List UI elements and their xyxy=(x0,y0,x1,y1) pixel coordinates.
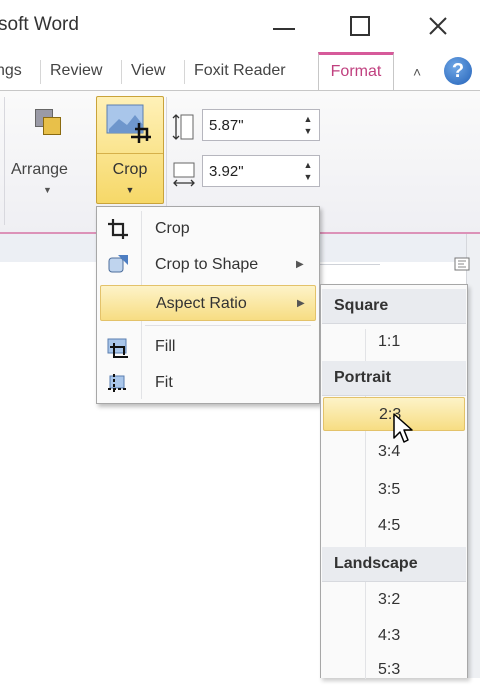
tab-format[interactable]: Format xyxy=(318,52,394,90)
width-icon xyxy=(173,162,195,187)
ratio-item-4-5[interactable]: 4:5 xyxy=(323,509,465,543)
crop-button-label: Crop xyxy=(112,161,148,178)
vertical-scrollbar[interactable] xyxy=(466,234,480,678)
spin-up-icon[interactable]: ▲ xyxy=(303,159,313,171)
ratio-label: 4:3 xyxy=(378,627,401,644)
fit-icon xyxy=(108,374,128,393)
ratio-label: 5:3 xyxy=(378,661,401,678)
help-icon[interactable]: ? xyxy=(444,57,472,85)
arrange-shape-front xyxy=(43,117,61,135)
ratio-item-3-5[interactable]: 3:5 xyxy=(323,473,465,507)
close-icon xyxy=(429,17,447,35)
menu-item-label: Crop to Shape xyxy=(155,256,259,273)
menu-item-fill[interactable]: Fill xyxy=(100,329,316,365)
ratio-label: 3:5 xyxy=(378,481,401,498)
tab-review[interactable]: Review xyxy=(50,62,102,80)
submenu-arrow-icon: ▶ xyxy=(297,298,305,309)
ratio-item-4-3[interactable]: 4:3 xyxy=(323,619,465,653)
spin-down-icon[interactable]: ▼ xyxy=(303,125,313,137)
group-header-label: Portrait xyxy=(334,369,391,386)
menu-item-crop[interactable]: Crop xyxy=(100,211,316,247)
group-header-portrait: Portrait xyxy=(322,361,466,396)
crop-split-line xyxy=(97,153,163,154)
ratio-label: 1:1 xyxy=(378,333,401,350)
crop-picture-icon xyxy=(106,104,151,143)
mouse-pointer-icon xyxy=(393,413,413,443)
title-bar: soft Word xyxy=(0,0,480,52)
menu-item-crop-to-shape[interactable]: Crop to Shape ▶ xyxy=(100,247,316,283)
ratio-item-5-3[interactable]: 5:3 xyxy=(323,653,465,687)
tab-view[interactable]: View xyxy=(131,62,165,80)
crop-dropdown-menu: Crop Crop to Shape ▶ Aspect Ratio ▶ Fill… xyxy=(96,206,320,404)
shape-icon xyxy=(108,255,128,273)
height-input[interactable]: 5.87" ▲ ▼ xyxy=(202,109,320,141)
submenu-arrow-icon: ▶ xyxy=(296,259,304,270)
crop-dropdown-icon[interactable]: ▼ xyxy=(97,185,163,195)
page-edge xyxy=(320,264,380,271)
close-button[interactable] xyxy=(418,10,458,42)
width-input[interactable]: 3.92" ▲ ▼ xyxy=(202,155,320,187)
tab-foxit-reader[interactable]: Foxit Reader xyxy=(194,62,286,80)
tab-separator xyxy=(40,60,41,84)
ratio-item-3-2[interactable]: 3:2 xyxy=(323,583,465,617)
height-spinner[interactable]: ▲ ▼ xyxy=(303,113,313,137)
maximize-button[interactable] xyxy=(340,10,380,42)
minimize-button[interactable] xyxy=(264,10,304,42)
tab-mailings[interactable]: ngs xyxy=(0,62,22,80)
fill-icon xyxy=(107,338,128,358)
ratio-label: 3:2 xyxy=(378,591,401,608)
tab-separator xyxy=(184,60,185,84)
height-icon xyxy=(172,114,194,140)
group-header-square: Square xyxy=(322,289,466,324)
menu-item-fit[interactable]: Fit xyxy=(100,365,316,401)
view-ruler-icon[interactable] xyxy=(452,254,472,274)
ratio-label: 4:5 xyxy=(378,517,401,534)
menu-item-label: Crop xyxy=(155,220,190,237)
crop-button[interactable]: Crop ▼ xyxy=(96,96,164,204)
ratio-item-1-1[interactable]: 1:1 xyxy=(323,325,465,359)
group-header-landscape: Landscape xyxy=(322,547,466,582)
height-value: 5.87" xyxy=(209,117,244,134)
menu-item-label: Fill xyxy=(155,338,176,355)
menu-item-aspect-ratio[interactable]: Aspect Ratio ▶ xyxy=(100,285,316,321)
spin-down-icon[interactable]: ▼ xyxy=(303,171,313,183)
width-spinner[interactable]: ▲ ▼ xyxy=(303,159,313,183)
arrange-button-label[interactable]: Arrange xyxy=(11,161,68,179)
window-title: soft Word xyxy=(0,14,79,35)
minimize-icon xyxy=(273,28,295,30)
crop-icon xyxy=(108,219,128,239)
menu-item-label: Aspect Ratio xyxy=(156,295,247,312)
arrange-icon[interactable] xyxy=(35,109,63,137)
spin-up-icon[interactable]: ▲ xyxy=(303,113,313,125)
aspect-ratio-submenu: Square 1:1 Portrait 2:3 3:4 3:5 4:5 Land… xyxy=(320,284,468,679)
menu-separator xyxy=(145,325,311,326)
collapse-ribbon-icon[interactable]: ˄ xyxy=(413,64,421,80)
group-header-label: Square xyxy=(334,297,389,314)
ribbon-tabs: ngs Review View Foxit Reader Format ˄ ? xyxy=(0,52,480,90)
tab-separator xyxy=(121,60,122,84)
group-header-label: Landscape xyxy=(334,555,418,572)
menu-item-label: Fit xyxy=(155,374,173,391)
arrange-dropdown-icon[interactable]: ▼ xyxy=(43,185,52,195)
width-value: 3.92" xyxy=(209,163,244,180)
maximize-icon xyxy=(350,16,370,36)
group-separator xyxy=(4,97,5,225)
